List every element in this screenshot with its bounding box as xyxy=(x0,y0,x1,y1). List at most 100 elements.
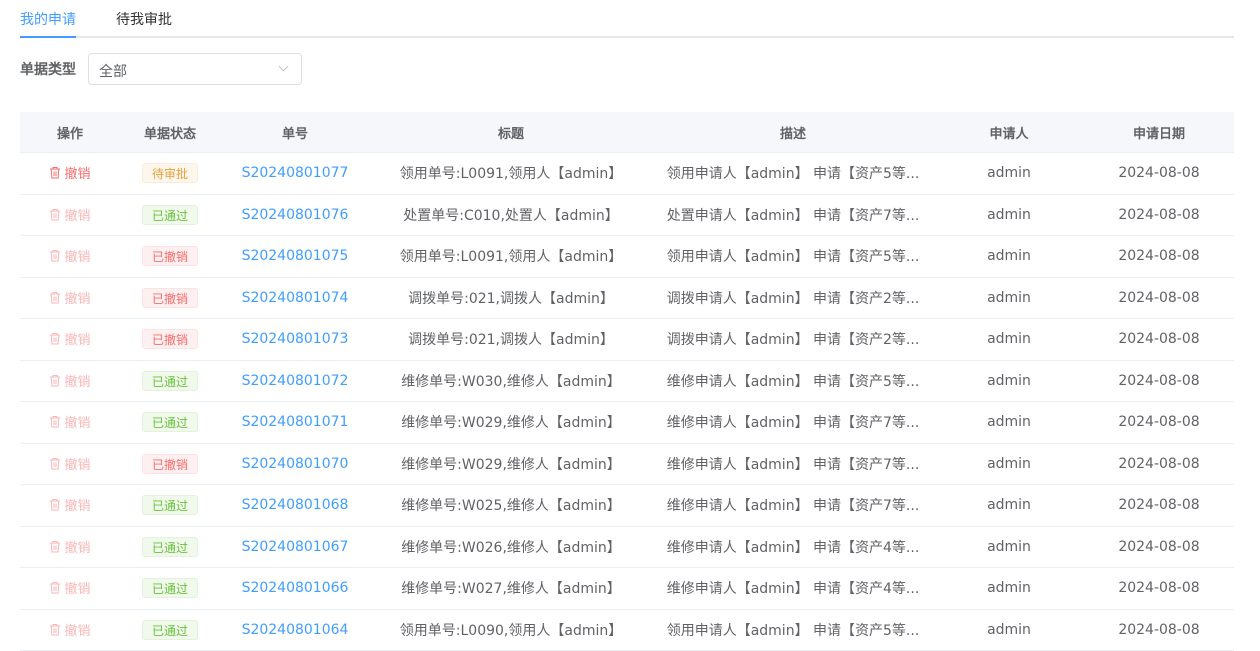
number-cell: S20240801070 xyxy=(220,443,370,485)
revoke-label: 撤销 xyxy=(64,582,91,598)
applicant-cell: admin xyxy=(934,526,1084,568)
revoke-button[interactable]: 撤销 xyxy=(49,246,91,265)
tab-pending-approval[interactable]: 待我审批 xyxy=(116,11,172,38)
revoke-button[interactable]: 撤销 xyxy=(49,205,91,224)
trash-icon xyxy=(49,415,61,428)
action-cell: 撤销 xyxy=(20,194,120,236)
title-cell: 维修单号:W026,维修人【admin】 xyxy=(370,526,652,568)
revoke-label: 撤销 xyxy=(64,457,91,473)
action-cell: 撤销 xyxy=(20,484,120,527)
revoke-button[interactable]: 撤销 xyxy=(49,495,91,515)
action-cell: 撤销 xyxy=(20,401,120,444)
applicant-cell: admin xyxy=(934,484,1084,527)
column-header-number: 单号 xyxy=(220,112,370,153)
applicant-cell: admin xyxy=(934,235,1084,278)
revoke-label: 撤销 xyxy=(64,416,91,432)
revoke-button[interactable]: 撤销 xyxy=(49,371,91,390)
revoke-button[interactable]: 撤销 xyxy=(49,329,91,348)
trash-icon xyxy=(49,498,61,511)
revoke-button[interactable]: 撤销 xyxy=(49,412,91,432)
number-cell: S20240801072 xyxy=(220,360,370,402)
applicant-cell: admin xyxy=(934,401,1084,444)
document-number-link[interactable]: S20240801064 xyxy=(242,622,349,638)
date-cell: 2024-08-08 xyxy=(1084,235,1234,278)
revoke-button[interactable]: 撤销 xyxy=(49,578,91,598)
date-cell: 2024-08-08 xyxy=(1084,484,1234,527)
title-cell: 领用单号:L0091,领用人【admin】 xyxy=(370,235,652,278)
applications-table: 操作 单据状态 单号 标题 描述 申请人 申请日期 撤销 待审批 S20240801… xyxy=(20,112,1234,651)
document-type-value: 全部 xyxy=(99,64,127,80)
revoke-button[interactable]: 撤销 xyxy=(49,163,91,182)
document-number-link[interactable]: S20240801068 xyxy=(242,497,349,513)
revoke-button[interactable]: 撤销 xyxy=(49,537,91,556)
table-row: 撤销 已撤销 S20240801070 维修单号:W029,维修人【admin】 维修申… xyxy=(20,443,1234,485)
action-cell: 撤销 xyxy=(20,277,120,319)
action-cell: 撤销 xyxy=(20,360,120,402)
number-cell: S20240801071 xyxy=(220,401,370,444)
status-cell: 已撤销 xyxy=(120,318,220,361)
number-cell: S20240801064 xyxy=(220,609,370,651)
tab-my-applications[interactable]: 我的申请 xyxy=(20,11,76,38)
trash-icon xyxy=(49,208,61,221)
column-header-applicant: 申请人 xyxy=(934,112,1084,153)
applicant-cell: admin xyxy=(934,360,1084,402)
revoke-label: 撤销 xyxy=(64,623,91,639)
status-cell: 已通过 xyxy=(120,484,220,527)
status-cell: 已撤销 xyxy=(120,443,220,485)
description-cell: 领用申请人【admin】 申请【资产5等... xyxy=(652,235,934,278)
column-header-action: 操作 xyxy=(20,112,120,153)
status-cell: 已通过 xyxy=(120,401,220,444)
action-cell: 撤销 xyxy=(20,526,120,568)
title-cell: 领用单号:L0091,领用人【admin】 xyxy=(370,152,652,195)
description-cell: 调拨申请人【admin】 申请【资产2等... xyxy=(652,277,934,319)
status-cell: 已撤销 xyxy=(120,235,220,278)
status-badge: 已撤销 xyxy=(141,453,198,474)
document-type-select[interactable]: 全部 xyxy=(88,53,302,85)
column-header-status: 单据状态 xyxy=(120,112,220,153)
document-number-link[interactable]: S20240801071 xyxy=(242,414,349,430)
column-header-title: 标题 xyxy=(370,112,652,153)
revoke-label: 撤销 xyxy=(64,540,91,556)
chevron-down-icon xyxy=(278,61,289,72)
document-number-link[interactable]: S20240801074 xyxy=(242,290,349,306)
title-cell: 维修单号:W029,维修人【admin】 xyxy=(370,401,652,444)
applicant-cell: admin xyxy=(934,443,1084,485)
date-cell: 2024-08-08 xyxy=(1084,443,1234,485)
number-cell: S20240801066 xyxy=(220,567,370,610)
document-number-link[interactable]: S20240801067 xyxy=(242,539,349,555)
document-number-link[interactable]: S20240801073 xyxy=(242,331,349,347)
document-number-link[interactable]: S20240801076 xyxy=(242,207,349,223)
status-badge: 已撤销 xyxy=(141,287,198,308)
revoke-label: 撤销 xyxy=(64,499,91,515)
status-badge: 已通过 xyxy=(141,536,198,557)
number-cell: S20240801068 xyxy=(220,484,370,527)
status-cell: 已通过 xyxy=(120,360,220,402)
document-number-link[interactable]: S20240801070 xyxy=(242,456,349,472)
status-cell: 已通过 xyxy=(120,567,220,610)
document-number-link[interactable]: S20240801077 xyxy=(242,165,349,181)
applicant-cell: admin xyxy=(934,609,1084,651)
trash-icon xyxy=(49,249,61,262)
status-badge: 已通过 xyxy=(141,495,198,516)
date-cell: 2024-08-08 xyxy=(1084,401,1234,444)
title-cell: 维修单号:W030,维修人【admin】 xyxy=(370,360,652,402)
action-cell: 撤销 xyxy=(20,152,120,195)
status-badge: 已通过 xyxy=(141,619,198,640)
date-cell: 2024-08-08 xyxy=(1084,318,1234,361)
title-cell: 领用单号:L0090,领用人【admin】 xyxy=(370,609,652,651)
date-cell: 2024-08-08 xyxy=(1084,194,1234,236)
action-cell: 撤销 xyxy=(20,318,120,361)
document-number-link[interactable]: S20240801066 xyxy=(242,580,349,596)
revoke-button[interactable]: 撤销 xyxy=(49,288,91,307)
document-number-link[interactable]: S20240801072 xyxy=(242,373,349,389)
date-cell: 2024-08-08 xyxy=(1084,277,1234,319)
revoke-button[interactable]: 撤销 xyxy=(49,454,91,473)
document-number-link[interactable]: S20240801075 xyxy=(242,248,349,264)
revoke-label: 撤销 xyxy=(64,374,91,390)
table-row: 撤销 已通过 S20240801067 维修单号:W026,维修人【admin】 维修申… xyxy=(20,526,1234,568)
status-badge: 已通过 xyxy=(141,204,198,225)
revoke-button[interactable]: 撤销 xyxy=(49,620,91,639)
column-header-date: 申请日期 xyxy=(1084,112,1234,153)
active-tab-indicator xyxy=(20,36,76,38)
title-cell: 维修单号:W025,维修人【admin】 xyxy=(370,484,652,527)
